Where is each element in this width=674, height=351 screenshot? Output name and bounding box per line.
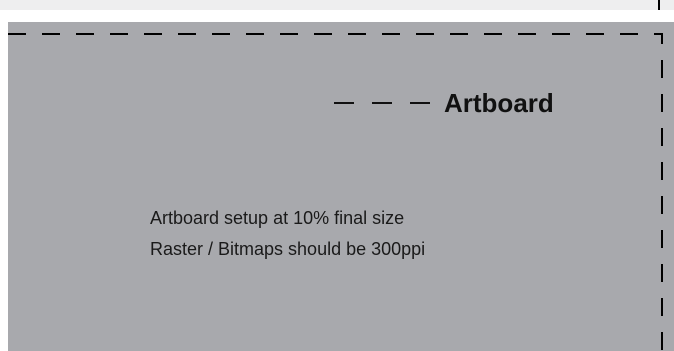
top-bar: [0, 0, 674, 10]
artboard-note-size: Artboard setup at 10% final size: [150, 208, 405, 228]
title-dashes-icon: [334, 102, 432, 104]
page-canvas: Artboard Artboard setup at 10% final siz…: [0, 0, 674, 351]
artboard-label: Artboard: [334, 86, 554, 120]
artboard-title: Artboard: [444, 88, 554, 118]
artboard-note-resolution: Raster / Bitmaps should be 300ppi: [150, 239, 426, 259]
artboard-area[interactable]: [8, 22, 674, 351]
corner-mark: [658, 0, 660, 10]
